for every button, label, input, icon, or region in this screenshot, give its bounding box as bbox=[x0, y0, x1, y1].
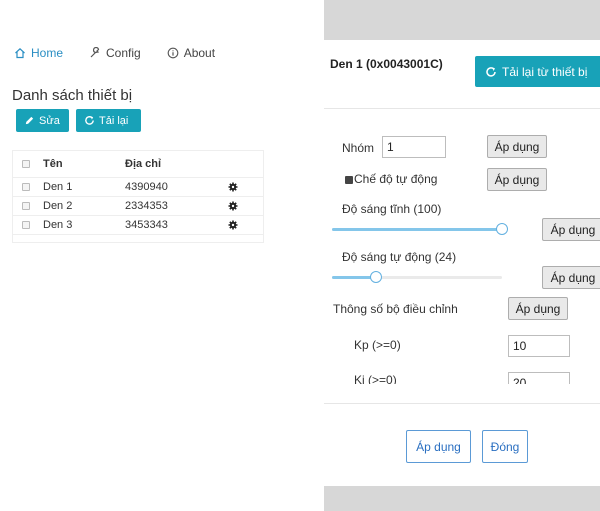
apply-all-button[interactable]: Áp dụng bbox=[406, 430, 471, 463]
column-header-address: Địa chỉ bbox=[125, 158, 162, 170]
device-list-title: Danh sách thiết bị bbox=[12, 87, 133, 104]
modal-header-divider bbox=[324, 108, 600, 109]
wrench-icon bbox=[90, 47, 100, 58]
table-header: Tên Địa chỉ bbox=[13, 151, 263, 177]
info-icon bbox=[167, 47, 179, 59]
close-button[interactable]: Đóng bbox=[482, 430, 528, 463]
settings-button[interactable] bbox=[225, 220, 241, 230]
group-input[interactable]: 1 bbox=[382, 136, 446, 158]
nav-about-label: About bbox=[183, 46, 216, 60]
auto-mode-checkbox[interactable] bbox=[345, 176, 353, 184]
device-name: Den 3 bbox=[43, 219, 73, 231]
group-label: Nhóm bbox=[342, 141, 375, 155]
reload-from-device-button[interactable]: Tải lại từ thiết bị bbox=[475, 56, 600, 87]
row-checkbox[interactable] bbox=[22, 202, 30, 210]
device-address: 4390940 bbox=[125, 181, 168, 193]
refresh-icon bbox=[85, 116, 94, 125]
device-name: Den 1 bbox=[43, 181, 73, 193]
nav-home-label: Home bbox=[31, 46, 64, 60]
nav-config-label: Config bbox=[106, 46, 141, 60]
apply-group-button[interactable]: Áp dụng bbox=[487, 135, 547, 158]
column-header-name: Tên bbox=[43, 158, 63, 170]
table-row[interactable]: Den 3 3453343 bbox=[13, 215, 263, 234]
device-address: 2334353 bbox=[125, 200, 168, 212]
slider-fill bbox=[332, 228, 502, 231]
controller-params-label: Thông số bộ điều chỉnh bbox=[333, 302, 458, 316]
gear-icon bbox=[228, 182, 238, 192]
static-brightness-slider[interactable] bbox=[332, 223, 508, 235]
row-checkbox[interactable] bbox=[22, 221, 30, 229]
nav-home[interactable]: Home bbox=[12, 44, 65, 62]
reload-from-device-label: Tải lại từ thiết bị bbox=[502, 64, 588, 79]
apply-auto-mode-button[interactable]: Áp dụng bbox=[487, 168, 547, 191]
reload-button[interactable]: Tải lại bbox=[76, 109, 141, 132]
ki-input[interactable]: 20 bbox=[508, 372, 570, 384]
page: Home Config About Danh sách thiết bị Sửa… bbox=[0, 0, 600, 511]
table-row[interactable]: Den 1 4390940 bbox=[13, 177, 263, 196]
auto-brightness-label: Độ sáng tự động (24) bbox=[342, 250, 457, 264]
device-settings-modal: Den 1 (0x0043001C) Tải lại từ thiết bị N… bbox=[324, 40, 600, 486]
modal-title: Den 1 (0x0043001C) bbox=[330, 57, 443, 71]
top-nav: Home Config About bbox=[12, 44, 217, 62]
device-table: Tên Địa chỉ Den 1 4390940 Den 2 2334353 … bbox=[12, 150, 264, 243]
settings-button[interactable] bbox=[225, 201, 241, 211]
ki-label: Ki (>=0) bbox=[354, 373, 397, 384]
modal-backdrop-top bbox=[324, 0, 600, 40]
kp-label: Kp (>=0) bbox=[354, 338, 401, 352]
gear-icon bbox=[228, 201, 238, 211]
device-name: Den 2 bbox=[43, 200, 73, 212]
static-brightness-label: Độ sáng tĩnh (100) bbox=[342, 202, 442, 216]
kp-input[interactable]: 10 bbox=[508, 335, 570, 357]
apply-static-brightness-button[interactable]: Áp dụng bbox=[542, 218, 600, 241]
select-all-checkbox[interactable] bbox=[22, 160, 30, 168]
table-footer-spacer bbox=[13, 234, 263, 242]
nav-about[interactable]: About bbox=[165, 44, 217, 62]
auto-mode-label: Chế độ tự động bbox=[354, 172, 438, 186]
device-address: 3453343 bbox=[125, 219, 168, 231]
slider-thumb[interactable] bbox=[496, 223, 508, 235]
row-checkbox[interactable] bbox=[22, 183, 30, 191]
pencil-icon bbox=[25, 116, 34, 125]
reload-button-label: Tải lại bbox=[99, 114, 129, 127]
modal-backdrop-bottom bbox=[324, 486, 600, 511]
edit-button[interactable]: Sửa bbox=[16, 109, 69, 132]
settings-button[interactable] bbox=[225, 182, 241, 192]
edit-button-label: Sửa bbox=[39, 114, 60, 127]
gear-icon bbox=[228, 220, 238, 230]
apply-controller-button[interactable]: Áp dụng bbox=[508, 297, 568, 320]
nav-config[interactable]: Config bbox=[87, 44, 143, 62]
scroll-clip: Ki (>=0) 20 bbox=[324, 368, 600, 384]
table-row[interactable]: Den 2 2334353 bbox=[13, 196, 263, 215]
refresh-icon bbox=[486, 66, 496, 77]
home-icon bbox=[15, 47, 25, 59]
modal-footer-divider bbox=[324, 403, 600, 404]
slider-thumb[interactable] bbox=[370, 271, 382, 283]
auto-brightness-slider[interactable] bbox=[332, 271, 502, 283]
apply-auto-brightness-button[interactable]: Áp dụng bbox=[542, 266, 600, 289]
